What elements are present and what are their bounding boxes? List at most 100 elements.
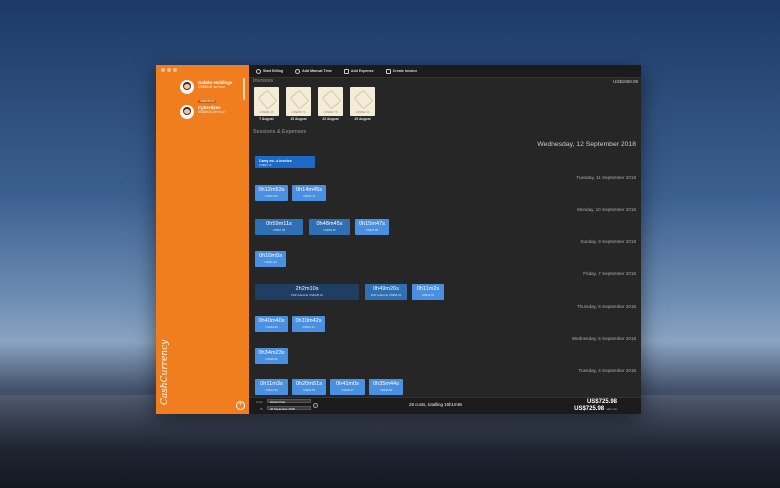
day-header: Wednesday, 5 September 2018 xyxy=(571,336,636,341)
add-expense-button[interactable]: Add Expense xyxy=(343,68,374,74)
session-item[interactable]: 0h12m53s US$14.60 xyxy=(255,185,288,201)
app-window: Galaks Holdings US$68.00 per hour US$165… xyxy=(156,65,641,414)
session-item[interactable]: 0h59m11s US$67.06 xyxy=(255,219,303,235)
session-amount: US$16.72 xyxy=(302,194,316,198)
invoice-amount: US$384.78 xyxy=(323,110,338,114)
client-rate: US$68.00 per hour xyxy=(198,85,225,89)
invoice-card[interactable]: US$502.20 29 August xyxy=(350,87,375,122)
add-manual-time-button[interactable]: Add Manual Time xyxy=(295,68,332,74)
invoice-card[interactable]: US$481.48 7 August xyxy=(254,87,279,122)
session-amount: PHP Adwords US$138.44 xyxy=(291,293,323,297)
start-billing-button[interactable]: Start Billing xyxy=(256,68,284,74)
session-amount: US$12.13 xyxy=(302,325,315,329)
start-billing-label: Start Billing xyxy=(263,69,284,73)
add-client-button[interactable]: + xyxy=(236,401,245,410)
session-amount: US$12.52 xyxy=(265,388,278,392)
close-window-button[interactable] xyxy=(161,68,165,72)
session-amount: US$14.60 xyxy=(265,194,278,198)
session-item[interactable]: 0h10m5s US$11.43 xyxy=(255,251,286,267)
session-item[interactable]: 0h11m2s US$12.51 xyxy=(412,284,444,300)
minimize-window-button[interactable] xyxy=(167,68,171,72)
session-item[interactable]: 0h49m26s PHP Adwords US$56.02 xyxy=(365,284,407,300)
sidebar-scrollbar[interactable] xyxy=(243,78,245,100)
session-amount: US$23.63 xyxy=(302,388,316,392)
gear-icon[interactable] xyxy=(313,403,318,408)
paid-seal-icon xyxy=(321,89,342,110)
session-item[interactable]: 0h34m23s US$38.96 xyxy=(255,348,288,364)
session-item[interactable]: 0h35m44s US$40.50 xyxy=(369,379,403,395)
carry-over-item[interactable]: Carry ov...s invoice US$84.75 xyxy=(255,156,315,168)
receipt-icon xyxy=(343,68,349,74)
day-header: Monday, 10 September 2018 xyxy=(577,207,636,212)
summary-text: 28 costs, totalling 16h1m8s xyxy=(409,402,463,407)
invoice-date: 29 August xyxy=(354,117,371,121)
app-logo: CashCurrency xyxy=(160,339,170,405)
document-icon xyxy=(385,68,391,74)
session-item[interactable]: 0h11m3s US$12.52 xyxy=(255,379,288,395)
invoice-amount: US$481.48 xyxy=(259,110,274,114)
create-invoice-button[interactable]: Create Invoice xyxy=(385,68,418,74)
session-amount: US$12.51 xyxy=(421,293,435,297)
invoice-card[interactable]: US$286.70 15 August xyxy=(286,87,311,122)
toolbar: Start Billing Add Manual Time Add Expens… xyxy=(249,65,641,78)
avatar xyxy=(180,105,194,119)
plus-icon xyxy=(295,68,301,74)
session-item[interactable]: 0h20m51s US$23.63 xyxy=(292,379,326,395)
from-label: From xyxy=(256,400,263,404)
session-amount: US$67.06 xyxy=(272,228,286,232)
invoice-card[interactable]: US$384.78 22 August xyxy=(318,87,343,122)
window-controls xyxy=(161,68,177,72)
session-item[interactable]: 2h2m10s PHP Adwords US$138.44 xyxy=(255,284,359,300)
invoice-amount: US$286.70 xyxy=(291,110,306,114)
stopwatch-icon xyxy=(256,68,261,74)
day-header: Tuesday, 4 September 2018 xyxy=(578,368,636,373)
session-amount: US$17.89 xyxy=(365,228,379,232)
client-badge: US$1658.09 xyxy=(198,100,217,103)
paid-seal-icon xyxy=(353,89,374,110)
session-amount: US$40.50 xyxy=(379,388,393,392)
add-expense-label: Add Expense xyxy=(350,69,374,73)
sessions-heading: Sessions & Expenses xyxy=(253,129,307,135)
invoice-date: 22 August xyxy=(322,117,339,121)
paid-seal-icon xyxy=(257,89,278,110)
invoice-date: 7 August xyxy=(259,117,274,121)
paid-seal-icon xyxy=(289,89,310,110)
session-item[interactable]: 0h48m45s US$55.25 xyxy=(309,219,350,235)
total-after-tax-value: US$725.98 xyxy=(574,406,605,412)
carry-over-amount: US$84.75 xyxy=(259,163,272,167)
session-item[interactable]: 0h15m47s US$17.89 xyxy=(355,219,389,235)
footer-bar: From Distant Past To 26 September 2018 2… xyxy=(249,397,641,414)
zoom-window-button[interactable] xyxy=(173,68,177,72)
session-item[interactable]: 0h14m45s US$16.72 xyxy=(292,185,326,201)
to-date-field[interactable]: 26 September 2018 xyxy=(267,406,311,411)
session-amount: US$55.25 xyxy=(323,228,336,232)
invoice-date: 15 August xyxy=(290,117,307,121)
total-amount: US$725.98 xyxy=(586,399,617,405)
day-header: Friday, 7 September 2018 xyxy=(583,271,636,276)
day-header: Tuesday, 11 September 2018 xyxy=(576,175,636,180)
session-amount: US$38.96 xyxy=(265,357,278,361)
create-invoice-label: Create Invoice xyxy=(392,69,418,73)
session-item[interactable]: 0h41m0s US$46.47 xyxy=(330,379,365,395)
total-after-tax: US$725.98 after tax xyxy=(574,406,617,412)
to-label: To xyxy=(260,407,264,411)
invoices-total: US$1658.09 xyxy=(612,79,638,84)
day-header: Wednesday, 12 September 2018 xyxy=(537,141,636,148)
client-rate: US$68.00 per hour xyxy=(198,110,225,114)
add-manual-time-label: Add Manual Time xyxy=(302,69,332,73)
day-header: Thursday, 6 September 2018 xyxy=(576,304,636,309)
avatar xyxy=(180,80,194,94)
session-amount: PHP Adwords US$56.02 xyxy=(370,293,402,297)
sidebar: Galaks Holdings US$68.00 per hour US$165… xyxy=(156,65,249,414)
client-item-galaks[interactable]: Galaks Holdings US$68.00 per hour US$165… xyxy=(180,80,232,107)
invoice-amount: US$502.20 xyxy=(355,110,370,114)
session-item[interactable]: 0h40m40s US$46.09 xyxy=(255,316,288,332)
main-content: Invoices US$1658.09 US$481.48 7 August U… xyxy=(249,78,641,398)
from-date-field[interactable]: Distant Past xyxy=(267,399,311,404)
client-item-cyberdyne[interactable]: Cyberdyne US$68.00 per hour xyxy=(180,105,225,119)
total-after-tax-note: after tax xyxy=(606,407,617,411)
invoices-heading: Invoices xyxy=(253,78,274,84)
session-amount: US$46.09 xyxy=(265,325,278,329)
session-item[interactable]: 0h10m42s US$12.13 xyxy=(292,316,325,332)
session-amount: US$11.43 xyxy=(264,260,277,264)
